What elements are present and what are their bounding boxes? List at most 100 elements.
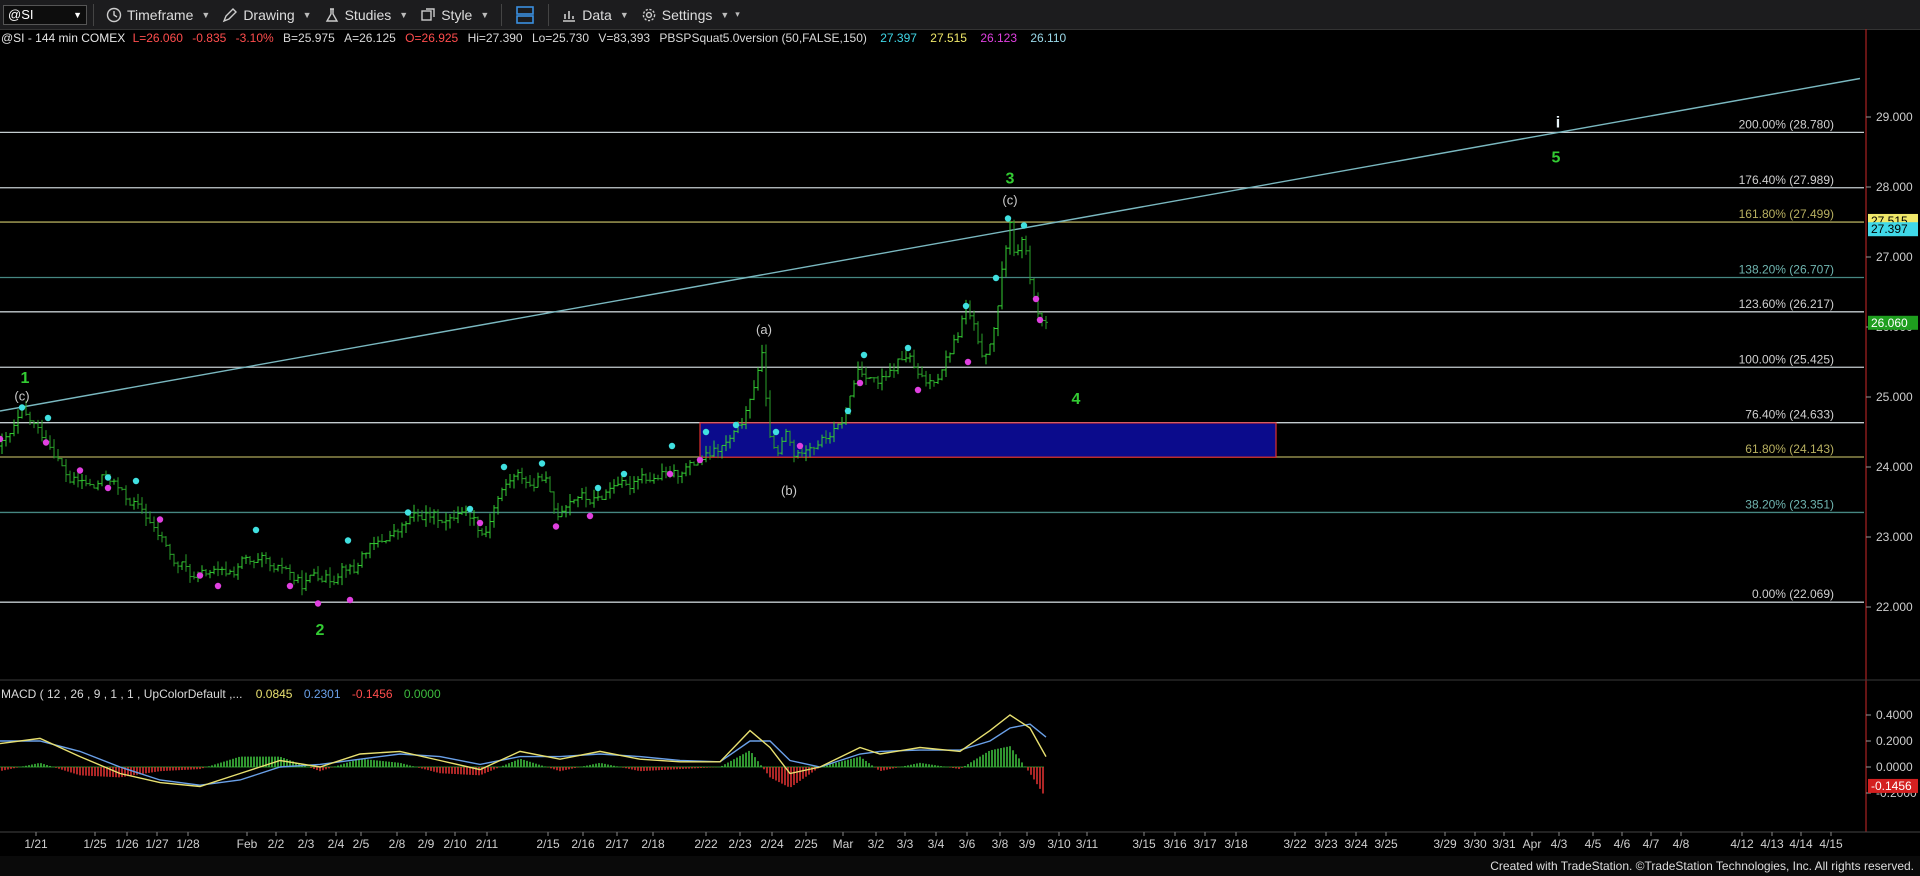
x-tick-label: 2/11	[476, 837, 499, 851]
wave-label: (b)	[781, 483, 797, 498]
peak-dot	[500, 463, 508, 471]
x-tick-label: 4/12	[1730, 837, 1754, 851]
peak-dot	[992, 274, 1000, 282]
peak-dot	[860, 351, 868, 359]
y-tick-label: 28.000	[1876, 180, 1913, 194]
x-tick-label: 4/13	[1760, 837, 1784, 851]
x-tick-label: Mar	[833, 837, 854, 851]
trough-dot	[76, 467, 84, 474]
y-tick-label: 24.000	[1876, 460, 1913, 474]
x-tick-label: 1/26	[115, 837, 139, 851]
wave-label: 4	[1072, 391, 1081, 408]
x-tick-label: 3/17	[1193, 837, 1217, 851]
study-value-1: 27.397	[880, 31, 917, 45]
x-tick-label: 2/24	[760, 837, 784, 851]
wave-label: (c)	[1002, 193, 1017, 208]
high-price: Hi=27.390	[467, 31, 523, 45]
fib-level-label: 123.60% (26.217)	[1739, 297, 1834, 311]
peak-dot	[904, 344, 912, 352]
peak-dot	[844, 407, 852, 415]
price-bars	[0, 216, 1048, 596]
x-tick-label: 3/29	[1433, 837, 1457, 851]
x-tick-label: 2/23	[728, 837, 752, 851]
ask-price: A=26.125	[344, 31, 396, 45]
peak-dot	[132, 477, 140, 485]
x-tick-label: 3/22	[1283, 837, 1307, 851]
x-tick-label: 2/22	[694, 837, 718, 851]
fib-level-label: 100.00% (25.425)	[1739, 352, 1834, 366]
x-tick-label: 2/25	[794, 837, 818, 851]
peak-dot	[1004, 215, 1012, 222]
trough-dot	[552, 523, 560, 530]
peak-dot	[252, 526, 260, 534]
peak-dot	[18, 404, 26, 411]
trough-dot	[314, 600, 322, 607]
price-chart[interactable]: 200.00% (28.780)176.40% (27.989)161.80% …	[0, 0, 1920, 856]
trough-dot	[964, 358, 972, 366]
peak-dot	[962, 302, 970, 310]
trough-dot	[196, 572, 204, 579]
study-value-2: 27.515	[930, 31, 967, 45]
macd-signal-line	[0, 723, 1047, 786]
peak-dot	[104, 474, 112, 481]
fib-level-label: 38.20% (23.351)	[1745, 497, 1834, 511]
pivot-dots	[0, 215, 1044, 607]
y-tick-label: 27.000	[1876, 250, 1913, 264]
wave-label: 1	[21, 370, 30, 387]
peak-dot	[732, 421, 740, 429]
x-tick-label: 2/4	[328, 837, 345, 851]
trough-dot	[156, 516, 164, 523]
trough-dot	[476, 519, 484, 527]
wave-label: (a)	[756, 322, 772, 337]
trough-dot	[586, 512, 594, 520]
peak-dot	[620, 470, 628, 478]
trough-dot	[796, 442, 804, 450]
fib-level-label: 138.20% (26.707)	[1739, 263, 1834, 277]
x-tick-label: 3/9	[1019, 837, 1036, 851]
x-tick-label: 2/9	[418, 837, 435, 851]
macd-label: MACD ( 12 , 26 , 9 , 1 , 1 , UpColorDefa…	[1, 687, 243, 701]
peak-dot	[44, 414, 52, 422]
price-tag-label: 27.397	[1871, 222, 1908, 236]
y-tick-label: 29.000	[1876, 110, 1913, 124]
x-tick-label: 3/6	[959, 837, 976, 851]
x-tick-label: 1/28	[176, 837, 200, 851]
price-change: -0.835	[192, 31, 227, 45]
x-tick-label: 2/18	[641, 837, 665, 851]
macd-panel: 0.40000.20000.0000-0.2000-0.1456	[0, 708, 1918, 800]
x-tick-label: 3/15	[1132, 837, 1156, 851]
x-tick-label: 3/23	[1314, 837, 1338, 851]
macd-value-3: -0.1456	[351, 687, 393, 701]
x-tick-label: 4/7	[1643, 837, 1660, 851]
x-tick-label: 3/18	[1224, 837, 1248, 851]
wave-label: i	[1556, 115, 1560, 132]
macd-tick-label: 0.4000	[1876, 708, 1913, 722]
study-value-3: 26.123	[980, 31, 1018, 45]
x-tick-label: 3/10	[1047, 837, 1071, 851]
trendline	[0, 77, 1861, 412]
fib-level-label: 61.80% (24.143)	[1745, 442, 1834, 456]
wave-label: 3	[1006, 171, 1015, 188]
y-tick-label: 25.000	[1876, 390, 1913, 404]
bid-price: B=25.975	[283, 31, 335, 45]
fib-level-label: 76.40% (24.633)	[1745, 408, 1834, 422]
macd-value-2: 0.2301	[303, 687, 341, 701]
fibonacci-levels: 200.00% (28.780)176.40% (27.989)161.80% …	[0, 117, 1864, 603]
peak-dot	[702, 428, 710, 436]
instrument-label: @SI - 144 min COMEX	[1, 31, 126, 45]
x-tick-label: 4/15	[1819, 837, 1843, 851]
study-value-4: 26.110	[1030, 31, 1067, 45]
x-tick-label: 3/4	[928, 837, 945, 851]
y-tick-label: 23.000	[1876, 530, 1913, 544]
fib-level-label: 176.40% (27.989)	[1739, 173, 1834, 187]
x-tick-label: 4/3	[1551, 837, 1568, 851]
fib-level-label: 161.80% (27.499)	[1739, 207, 1834, 221]
x-tick-label: 1/27	[145, 837, 169, 851]
x-tick-label: 4/6	[1614, 837, 1631, 851]
trough-dot	[696, 456, 704, 464]
copyright-credit: Created with TradeStation. ©TradeStation…	[1490, 859, 1914, 873]
x-tick-label: 3/3	[897, 837, 914, 851]
trough-dot	[856, 379, 864, 387]
price-tag-label: 26.060	[1871, 316, 1908, 330]
study-name: PBSPSquat5.0version (50,FALSE,150)	[659, 31, 867, 45]
